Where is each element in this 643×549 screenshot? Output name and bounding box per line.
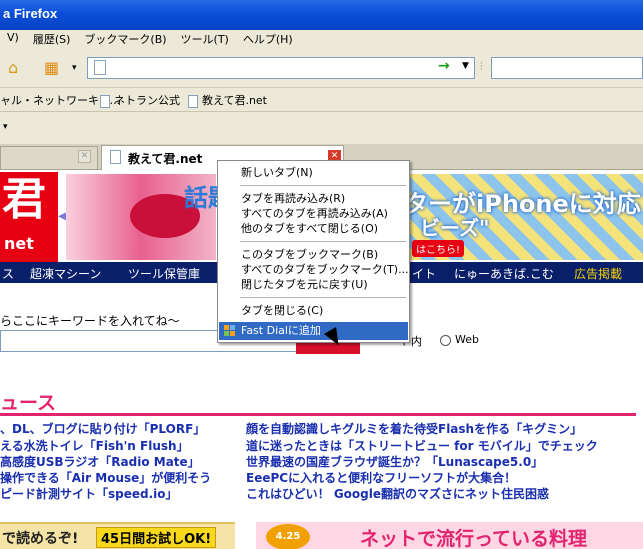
search-hint: らここにキーワードを入れてね～ bbox=[0, 314, 180, 328]
news-link[interactable]: 道に迷ったときは「ストリートビュー for モバイル」でチェック bbox=[246, 437, 598, 454]
banner-ad-iphone[interactable]: ターがiPhoneに対応 ビーズ" はこちら! bbox=[380, 174, 643, 260]
page-icon bbox=[110, 150, 121, 164]
news-link[interactable]: EeePCに入れると便利なフリーソフトが大集合！ bbox=[246, 469, 516, 486]
menu-undo-close-tab[interactable]: 閉じたタブを元に戻す(U) bbox=[219, 277, 408, 292]
news-link[interactable]: 操作できる「Air Mouse」が便利そう bbox=[0, 469, 211, 486]
toolbar-chevron-icon[interactable]: ▾ bbox=[3, 122, 8, 132]
bookmark-oshiete[interactable]: 教えて君.net bbox=[188, 92, 267, 108]
page-icon bbox=[188, 94, 198, 108]
page-icon bbox=[100, 94, 110, 108]
category-item-ads[interactable]: 広告掲載 bbox=[574, 265, 622, 282]
radio-web[interactable]: Web bbox=[440, 333, 479, 346]
news-link[interactable]: 顔を自動認識しキグルミを着た待受Flashを作る「キグミン」 bbox=[246, 420, 582, 437]
window-title: a Firefox bbox=[3, 6, 58, 21]
news-link[interactable]: ピード計測サイト「speed.io」 bbox=[0, 485, 178, 502]
menu-bookmark-tab[interactable]: このタブをブックマーク(B) bbox=[219, 247, 408, 262]
menu-reload-tab[interactable]: タブを再読み込み(R) bbox=[219, 191, 408, 206]
close-icon[interactable]: ✕ bbox=[78, 150, 91, 163]
toolbar-strip bbox=[0, 112, 643, 144]
category-item[interactable]: 超凍マシーン bbox=[30, 265, 101, 282]
url-history-dropdown-icon[interactable]: ▼ bbox=[462, 61, 469, 71]
menu-reload-all-tabs[interactable]: すべてのタブを再読み込み(A) bbox=[219, 206, 408, 221]
menu-history[interactable]: 履歴(S) bbox=[26, 30, 78, 48]
menu-bookmark-all-tabs[interactable]: すべてのタブをブックマーク(T)... bbox=[219, 262, 409, 277]
menu-separator bbox=[240, 185, 406, 186]
menu-close-other-tabs[interactable]: 他のタブをすべて閉じる(O) bbox=[219, 221, 408, 236]
fast-dial-icon[interactable]: ▦ bbox=[44, 58, 59, 77]
news-link[interactable]: 高感度USBラジオ「Radio Mate」 bbox=[0, 453, 200, 470]
page-icon bbox=[94, 60, 106, 75]
category-item[interactable]: ス bbox=[2, 265, 14, 282]
site-logo[interactable]: 君 net bbox=[0, 172, 58, 262]
radio-icon bbox=[440, 334, 451, 346]
search-bar[interactable] bbox=[491, 57, 643, 79]
menu-help[interactable]: ヘルプ(H) bbox=[236, 30, 300, 48]
bookmark-netoran[interactable]: ネトラン公式 bbox=[100, 92, 180, 108]
category-item[interactable]: イト bbox=[412, 265, 436, 282]
go-arrow-icon[interactable]: → bbox=[438, 58, 450, 74]
bottom-ad-left[interactable]: で読めるぞ! 45日間お試しOK! bbox=[0, 522, 235, 549]
news-link[interactable]: これはひどい！ Google翻訳のマズさにネット住民困惑 bbox=[246, 485, 549, 502]
menu-separator bbox=[240, 241, 406, 242]
category-item[interactable]: ツール保管庫 bbox=[128, 265, 200, 282]
menu-bar: V) 履歴(S) ブックマーク(B) ツール(T) ヘルプ(H) bbox=[0, 30, 643, 48]
url-bar[interactable] bbox=[87, 57, 475, 79]
news-heading: ュース bbox=[0, 392, 57, 414]
home-icon[interactable]: ⌂ bbox=[8, 58, 18, 77]
title-bar: a Firefox bbox=[0, 0, 643, 30]
news-divider bbox=[0, 413, 636, 416]
tab-title: 教えて君.net bbox=[128, 152, 203, 166]
news-link[interactable]: 、DL、ブログに貼り付け「PLORF」 bbox=[0, 420, 205, 437]
menu-add-to-fast-dial[interactable]: Fast Dialに追加 bbox=[219, 322, 408, 340]
fast-dial-icon bbox=[224, 325, 235, 336]
tab-context-menu: 新しいタブ(N) タブを再読み込み(R) すべてのタブを再読み込み(A) 他のタ… bbox=[217, 160, 410, 343]
bottom-ad-right[interactable]: 4.25 ネットで流行っている料理 bbox=[256, 522, 643, 549]
menu-bookmarks[interactable]: ブックマーク(B) bbox=[77, 30, 173, 48]
menu-close-tab[interactable]: タブを閉じる(C) bbox=[219, 303, 408, 318]
browser-window: a Firefox V) 履歴(S) ブックマーク(B) ツール(T) ヘルプ(… bbox=[0, 0, 643, 549]
menu-tools[interactable]: ツール(T) bbox=[174, 30, 236, 48]
toolbar-splitter-icon[interactable]: ⫶ bbox=[480, 60, 483, 74]
menu-new-tab[interactable]: 新しいタブ(N) bbox=[219, 165, 408, 180]
fast-dial-dropdown-icon[interactable]: ▾ bbox=[72, 63, 77, 73]
category-item[interactable]: にゅーあきば.こむ bbox=[454, 265, 554, 282]
menu-view[interactable]: V) bbox=[0, 30, 26, 48]
news-link[interactable]: 世界最速の国産ブラウザ誕生か？「Lunascape5.0」 bbox=[246, 453, 543, 470]
menu-separator bbox=[240, 297, 406, 298]
news-link[interactable]: える水洗トイレ「Fish'n Flush」 bbox=[0, 437, 189, 454]
